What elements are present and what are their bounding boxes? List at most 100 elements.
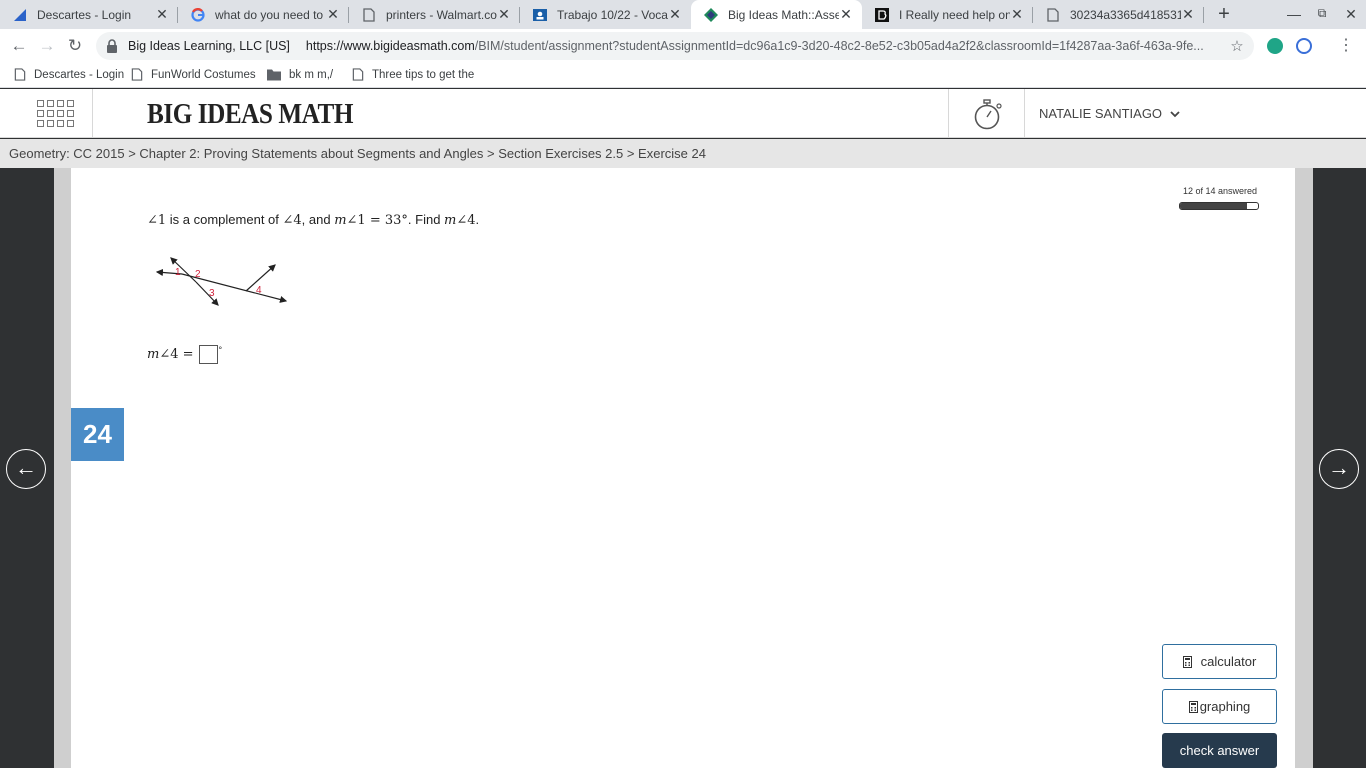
math-measure: m [334, 213, 347, 228]
chevron-down-icon [1170, 110, 1180, 117]
tab-walmart[interactable]: printers - Walmart.com ✕ [349, 0, 520, 29]
stopwatch-icon[interactable] [972, 97, 1004, 131]
folder-icon [267, 69, 281, 81]
bookmark-label: bk m m,/ [289, 68, 334, 81]
tab-descartes[interactable]: Descartes - Login ✕ [0, 0, 178, 29]
tab-title: Trabajo 10/22 - Vocab [557, 7, 668, 22]
calculator-button[interactable]: calculator [1162, 644, 1277, 679]
question-fragment: . Find [407, 212, 445, 227]
bookmark-three-tips[interactable]: Three tips to get the [352, 68, 474, 81]
check-answer-button[interactable]: check answer [1162, 733, 1277, 768]
grammarly-extension-icon[interactable] [1267, 38, 1283, 54]
angle-label-3: 3 [209, 288, 215, 299]
next-exercise-arrow-icon[interactable]: → [1319, 449, 1359, 489]
app-menu-grid-icon[interactable] [37, 100, 77, 128]
right-page-edge [1295, 168, 1313, 768]
math-measure: m [444, 213, 457, 228]
sync-extension-icon[interactable] [1296, 38, 1312, 54]
exercise-number-badge: 24 [71, 408, 124, 461]
user-menu[interactable]: NATALIE SANTIAGO [1039, 106, 1180, 121]
new-tab-button[interactable]: + [1213, 3, 1235, 25]
close-icon[interactable]: ✕ [839, 6, 853, 23]
bookmark-label: Three tips to get the [372, 68, 475, 81]
angle-diagram: 1 2 3 4 [155, 257, 288, 306]
user-name: NATALIE SANTIAGO [1039, 106, 1163, 121]
page-icon [1045, 7, 1061, 23]
bookmark-label: FunWorld Costumes [151, 68, 256, 81]
page-icon [14, 68, 26, 81]
forward-icon[interactable]: → [37, 36, 57, 56]
angle-label-1: 1 [175, 267, 181, 278]
bookmarks-bar: Descartes - Login FunWorld Costumes bk m… [0, 62, 1366, 88]
tab-classroom[interactable]: Trabajo 10/22 - Vocab ✕ [520, 0, 691, 29]
progress-bar-fill [1180, 203, 1247, 209]
question-text: ∠1 is a complement of ∠4, and m∠1 = 33°.… [147, 212, 479, 228]
reload-icon[interactable]: ↻ [65, 36, 85, 56]
calculator-label: calculator [1200, 654, 1257, 669]
bookmark-descartes[interactable]: Descartes - Login [14, 68, 124, 81]
close-icon[interactable]: ✕ [668, 6, 682, 23]
site-identity: Big Ideas Learning, LLC [US] [128, 39, 290, 53]
tab-title: Big Ideas Math::Assess [728, 7, 839, 22]
browser-tab-strip: Descartes - Login ✕ what do you need to … [0, 0, 1366, 29]
math-angle-4: ∠4 [282, 213, 302, 228]
answer-input[interactable] [198, 345, 218, 364]
site-logo[interactable]: BIG IDEAS MATH [147, 99, 354, 131]
close-window-icon[interactable]: ✕ [1343, 6, 1359, 23]
tab-google-search[interactable]: what do you need to m ✕ [178, 0, 349, 29]
calculator-icon [1188, 700, 1198, 713]
close-icon[interactable]: ✕ [326, 6, 340, 23]
bookmark-funworld[interactable]: FunWorld Costumes [131, 68, 256, 81]
minimize-icon[interactable]: — [1286, 6, 1302, 22]
progress-label: 12 of 14 answered [1183, 186, 1258, 196]
tab-title: I Really need help on th [899, 7, 1010, 22]
tab-big-ideas-math[interactable]: Big Ideas Math::Assess ✕ [691, 0, 862, 29]
diagram-line [195, 281, 219, 306]
browser-toolbar: ← → ↻ Big Ideas Learning, LLC [US] https… [0, 29, 1366, 62]
calculator-icon [1182, 655, 1192, 668]
url-path: /BIM/student/assignment?studentAssignmen… [474, 39, 1204, 53]
url-host: https://www.bigideasmath.com [305, 39, 475, 53]
google-icon [190, 7, 206, 23]
site-header: BIG IDEAS MATH NATALIE SANTIAGO [0, 89, 1366, 138]
page-icon [352, 68, 364, 81]
tab-file[interactable]: 30234a3365d418531c ✕ [1033, 0, 1204, 29]
answer-prompt: ∠4 = [159, 347, 194, 362]
angle-label-4: 4 [256, 285, 262, 296]
graphing-label: graphing [1199, 699, 1251, 714]
descartes-icon [12, 7, 28, 23]
restore-icon[interactable]: ⧉ [1314, 6, 1330, 21]
previous-exercise-arrow-icon[interactable]: ← [6, 449, 46, 489]
bookmark-star-icon[interactable]: ☆ [1228, 37, 1246, 55]
bookmark-label: Descartes - Login [34, 68, 125, 81]
more-menu-icon[interactable]: ⋮ [1338, 35, 1354, 55]
bigideas-icon [703, 7, 719, 23]
math-angle-1: ∠1 [147, 213, 167, 228]
question-fragment: is a complement of [166, 212, 283, 227]
page-icon [361, 7, 377, 23]
close-icon[interactable]: ✕ [155, 6, 169, 23]
close-icon[interactable]: ✕ [1181, 6, 1195, 23]
progress-bar [1179, 202, 1259, 210]
answer-row: m∠4 = ° [147, 345, 222, 364]
bookmark-folder[interactable]: bk m m,/ [267, 68, 333, 81]
tab-title: what do you need to m [215, 7, 326, 22]
degree-symbol: ° [218, 345, 223, 355]
math-angle-4: ∠4 [456, 213, 476, 228]
graphing-button[interactable]: graphing [1162, 689, 1277, 724]
tab-brainly[interactable]: I Really need help on th ✕ [862, 0, 1033, 29]
back-icon[interactable]: ← [9, 36, 29, 56]
tab-title: Descartes - Login [37, 7, 132, 22]
address-bar[interactable]: Big Ideas Learning, LLC [US] https://www… [96, 32, 1254, 60]
classroom-icon [532, 7, 548, 23]
math-angle-1: ∠1 [346, 213, 366, 228]
angle-label-2: 2 [195, 269, 201, 280]
tab-title: 30234a3365d418531c [1070, 7, 1181, 22]
close-icon[interactable]: ✕ [497, 6, 511, 23]
question-fragment: . [475, 212, 480, 227]
brainly-icon [874, 7, 890, 23]
close-icon[interactable]: ✕ [1010, 6, 1024, 23]
math-measure: m [147, 347, 160, 362]
tab-title: printers - Walmart.com [386, 7, 497, 22]
lock-icon [107, 39, 117, 53]
